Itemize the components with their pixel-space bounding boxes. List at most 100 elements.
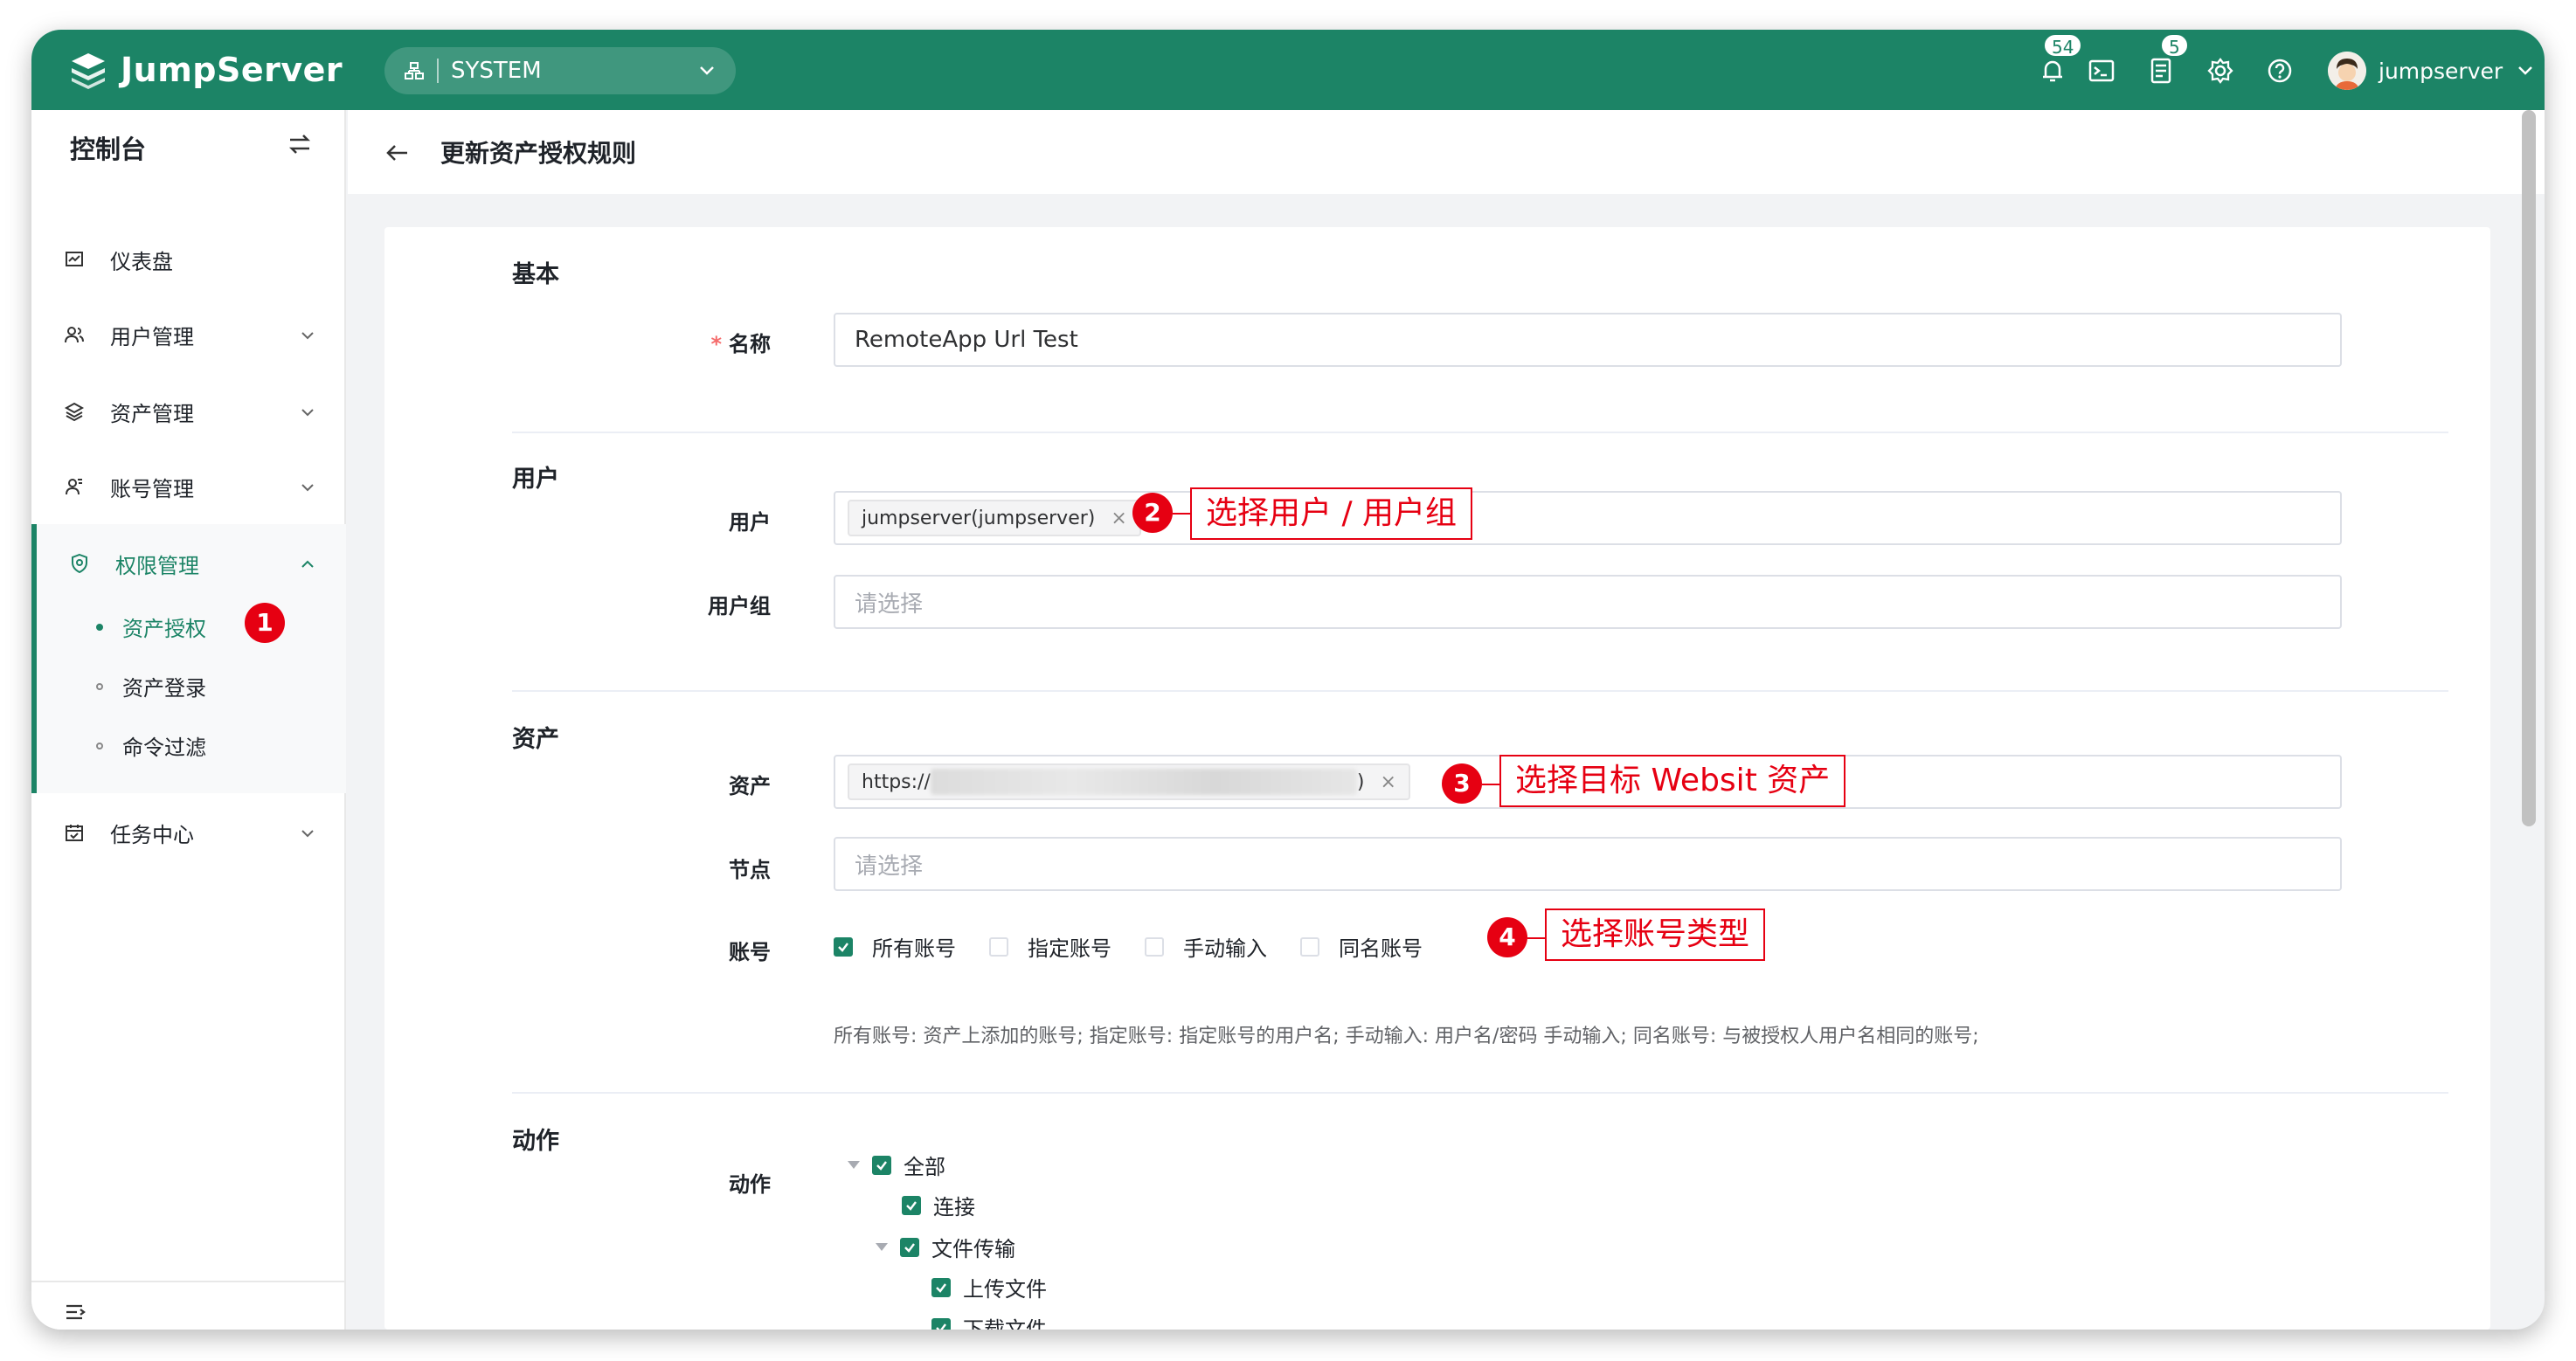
switch-view-icon[interactable]: [287, 131, 313, 157]
logo[interactable]: JumpServer: [68, 47, 343, 93]
layers-icon: [63, 400, 86, 423]
sidebar-item-label: 权限管理: [115, 553, 199, 578]
users-icon: [63, 323, 86, 346]
checkbox-empty-icon[interactable]: [1145, 936, 1164, 957]
tag-close-icon[interactable]: ×: [1380, 771, 1395, 793]
calendar-icon: [63, 821, 86, 844]
section-divider: [512, 432, 2448, 433]
asset-tag-suffix: ): [1356, 770, 1365, 793]
help-icon[interactable]: [2265, 56, 2295, 86]
chevron-down-icon: [700, 66, 714, 75]
account-label: 账号: [729, 940, 771, 964]
checkbox-empty-icon[interactable]: [1300, 936, 1319, 957]
sidebar-subitem-label: 资产授权: [122, 617, 206, 641]
org-select[interactable]: SYSTEM: [384, 47, 736, 94]
annotation-marker-4: 4: [1487, 917, 1527, 957]
account-option-label: 指定账号: [1028, 936, 1111, 961]
tree-node-all[interactable]: 全部: [848, 1150, 945, 1180]
tag-close-icon[interactable]: ×: [1111, 508, 1126, 529]
tree-node-label: 下载文件: [963, 1317, 1047, 1330]
sidebar-item-tasks[interactable]: 任务中心: [31, 802, 346, 863]
user-select[interactable]: jumpserver(jumpserver) ×: [834, 491, 2342, 545]
tree-node-connect[interactable]: 连接: [902, 1190, 975, 1220]
org-tree-icon: [405, 62, 424, 79]
sidebar-item-permissions[interactable]: 权限管理: [31, 533, 346, 594]
user-group-select[interactable]: 请选择: [834, 575, 2342, 629]
gear-icon[interactable]: [2206, 56, 2235, 86]
chevron-down-icon: [301, 830, 314, 838]
user-tag-label: jumpserver(jumpserver): [862, 507, 1096, 529]
asset-tag-prefix: https://: [862, 770, 931, 793]
node-label: 节点: [729, 858, 771, 882]
checkbox-checked-icon[interactable]: [834, 936, 853, 957]
page-title: 更新资产授权规则: [440, 139, 637, 168]
annotation-marker-3: 3: [1442, 763, 1482, 804]
top-navbar: JumpServer SYSTEM 54 5 jumpserver: [31, 30, 2545, 110]
account-option-specified[interactable]: 指定账号: [989, 931, 1111, 962]
scrollbar[interactable]: [2522, 110, 2536, 826]
chevron-up-icon: [301, 560, 314, 568]
shield-icon: [68, 552, 91, 575]
username: jumpserver: [2379, 58, 2503, 84]
user-menu[interactable]: jumpserver: [2328, 49, 2536, 93]
sidebar-subitem-asset-permission[interactable]: 资产授权: [96, 611, 206, 642]
sidebar-subitem-label: 命令过滤: [122, 736, 206, 760]
annotation-label-4: 选择账号类型: [1545, 908, 1766, 961]
tree-node-upload[interactable]: 上传文件: [931, 1272, 1047, 1302]
checkbox-checked-icon[interactable]: [931, 1317, 951, 1330]
app-window: JumpServer SYSTEM 54 5 jumpserver 控制台 仪表…: [31, 30, 2545, 1330]
tree-node-label: 全部: [904, 1155, 945, 1179]
account-option-same-name[interactable]: 同名账号: [1300, 931, 1423, 962]
expand-caret-icon[interactable]: [876, 1243, 888, 1251]
tree-node-download[interactable]: 下载文件: [931, 1312, 1047, 1330]
blurred-asset-name: [930, 769, 1357, 795]
back-arrow-icon[interactable]: [384, 140, 411, 166]
sidebar-item-users[interactable]: 用户管理: [31, 304, 346, 365]
sidebar-item-dashboard[interactable]: 仪表盘: [31, 229, 346, 290]
sidebar-subitem-asset-login[interactable]: 资产登录: [96, 671, 206, 701]
checkbox-checked-icon[interactable]: [900, 1237, 919, 1257]
annotation-label-2: 选择用户 / 用户组: [1190, 487, 1473, 540]
tickets-icon[interactable]: [2146, 56, 2176, 86]
bullet-dot: [96, 682, 103, 690]
avatar-face-icon: [2328, 52, 2366, 90]
bell-icon[interactable]: [2038, 56, 2067, 86]
account-option-all[interactable]: 所有账号: [834, 931, 956, 962]
expand-caret-icon[interactable]: [848, 1161, 860, 1169]
chevron-down-icon: [301, 409, 314, 417]
brand-name: JumpServer: [121, 51, 343, 89]
annotation-label-3: 选择目标 Websit 资产: [1499, 755, 1846, 807]
checkbox-empty-icon[interactable]: [989, 936, 1008, 957]
tree-node-file-transfer[interactable]: 文件传输: [876, 1232, 1015, 1262]
tickets-badge: 5: [2160, 33, 2189, 58]
action-label: 动作: [729, 1172, 771, 1197]
sidebar-item-label: 用户管理: [110, 324, 194, 349]
section-basic: 基本: [512, 261, 559, 288]
user-group-label: 用户组: [708, 594, 771, 618]
sidebar-subitem-command-filter[interactable]: 命令过滤: [96, 730, 206, 761]
terminal-icon[interactable]: [2087, 56, 2116, 86]
checkbox-checked-icon[interactable]: [931, 1277, 951, 1297]
checkbox-checked-icon[interactable]: [872, 1155, 891, 1175]
name-input-value: RemoteApp Url Test: [855, 327, 1078, 353]
sidebar-item-assets[interactable]: 资产管理: [31, 381, 346, 442]
sidebar-item-accounts[interactable]: 账号管理: [31, 456, 346, 517]
account-icon: [63, 475, 86, 498]
bullet-dot: [96, 623, 103, 631]
name-input[interactable]: RemoteApp Url Test: [834, 313, 2342, 367]
annotation-marker-2: 2: [1132, 493, 1173, 533]
name-label: * 名称: [710, 332, 771, 356]
collapse-menu-icon[interactable]: [63, 1300, 87, 1324]
sidebar-footer-divider: [31, 1281, 346, 1282]
tree-node-label: 上传文件: [963, 1277, 1047, 1302]
node-select[interactable]: 请选择: [834, 837, 2342, 891]
account-option-manual[interactable]: 手动输入: [1145, 931, 1267, 962]
bullet-dot: [96, 742, 103, 750]
asset-tag: https:// ) ×: [848, 763, 1410, 800]
user-label: 用户: [729, 510, 771, 535]
form-card: 基本 * 名称 RemoteApp Url Test 用户 用户 jumpserv…: [384, 227, 2490, 1330]
account-option-label: 同名账号: [1339, 936, 1423, 961]
user-tag: jumpserver(jumpserver) ×: [848, 500, 1141, 536]
annotation-connector: [1482, 784, 1499, 785]
checkbox-checked-icon[interactable]: [902, 1195, 921, 1215]
